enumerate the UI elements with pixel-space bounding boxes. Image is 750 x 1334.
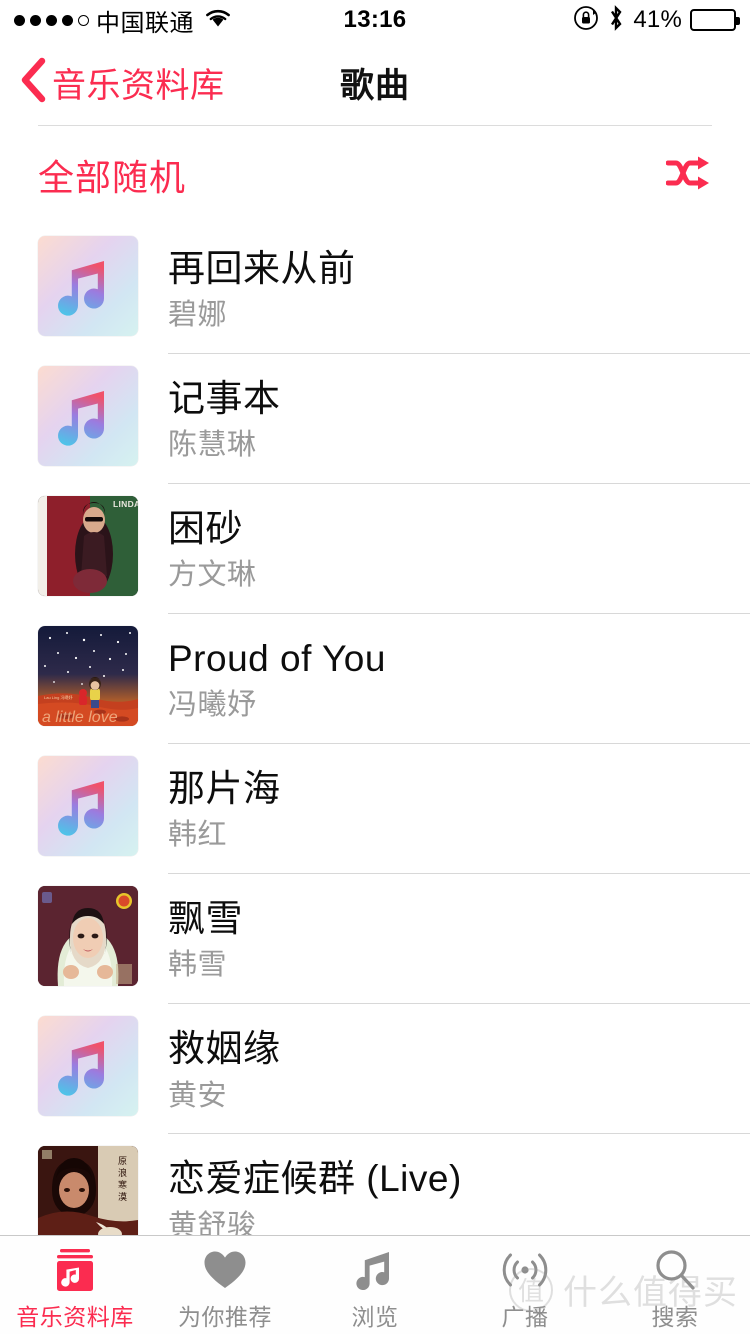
search-icon (651, 1244, 699, 1296)
chevron-left-icon (18, 56, 48, 109)
radio-icon (498, 1244, 552, 1296)
song-title: 恋爱症候群 (Live) (168, 1158, 462, 1200)
song-artist: 黄安 (168, 1079, 228, 1112)
status-bar: 中国联通 13:16 41% (0, 0, 750, 40)
album-artwork-3: LINDA (38, 496, 138, 597)
album-artwork-2 (38, 366, 138, 467)
back-button[interactable]: 音乐资料库 (18, 56, 225, 109)
tab-for-you-label: 为你推荐 (178, 1304, 272, 1330)
song-row-1[interactable]: 再回来从前 碧娜 (0, 224, 750, 355)
song-row-body: 那片海 韩红 (168, 744, 750, 875)
tab-library[interactable]: 音乐资料库 (0, 1236, 150, 1332)
album-artwork-5 (38, 756, 138, 857)
svg-text:浪: 浪 (117, 1167, 127, 1178)
artwork-little-love: Lau Ling 冯曦妤 a little love (38, 626, 138, 727)
songs-list[interactable]: 再回来从前 碧娜 记事本 陈慧琳 LINDA 困砂 方文琳 Lau Ling 冯… (0, 224, 750, 1334)
shuffle-icon[interactable] (665, 156, 712, 195)
music-note-icon (351, 1244, 399, 1296)
tab-browse[interactable]: 浏览 (300, 1236, 450, 1332)
tab-radio[interactable]: 广播 (450, 1236, 600, 1332)
song-title: 记事本 (168, 378, 281, 420)
album-artwork-4: Lau Ling 冯曦妤 a little love (38, 626, 138, 727)
bluetooth-icon (607, 4, 625, 37)
shuffle-all-button[interactable]: 全部随机 (0, 126, 750, 224)
song-title: 那片海 (168, 768, 281, 810)
svg-text:原: 原 (117, 1156, 127, 1165)
tab-search-label: 搜索 (651, 1304, 699, 1330)
song-row-body: 再回来从前 碧娜 (168, 224, 750, 355)
tab-search[interactable]: 搜索 (600, 1236, 750, 1332)
svg-text:Lau Ling 冯曦妤: Lau Ling 冯曦妤 (44, 694, 72, 700)
song-row-3[interactable]: LINDA 困砂 方文琳 (0, 484, 750, 615)
tab-browse-label: 浏览 (351, 1304, 399, 1330)
song-row-body: 记事本 陈慧琳 (168, 354, 750, 485)
svg-text:LINDA: LINDA (113, 499, 138, 509)
rotation-lock-icon (573, 5, 599, 36)
song-artist: 韩红 (168, 819, 228, 852)
song-row-body: 救姻缘 黄安 (168, 1004, 750, 1135)
song-artist: 碧娜 (168, 299, 228, 332)
battery-icon (690, 9, 740, 31)
song-row-2[interactable]: 记事本 陈慧琳 (0, 354, 750, 485)
song-row-5[interactable]: 那片海 韩红 (0, 744, 750, 875)
album-artwork-1 (38, 236, 138, 336)
artwork-placeholder (38, 1016, 138, 1117)
song-title: 困砂 (168, 508, 243, 550)
tab-bar: 音乐资料库 为你推荐 浏览 广播 搜索 值 什么值得买 (0, 1235, 750, 1334)
song-title: 再回来从前 (168, 248, 356, 289)
svg-text:漠: 漠 (117, 1192, 127, 1202)
shuffle-all-label: 全部随机 (38, 157, 187, 198)
song-row-body: Proud of You 冯曦妤 (168, 614, 750, 745)
music-songs-screen: 中国联通 13:16 41% 音乐资料库 歌曲 全部随机 再回来从前 碧娜 记事… (0, 0, 750, 1334)
album-artwork-7 (38, 1016, 138, 1117)
artwork-linda: LINDA (38, 496, 138, 597)
status-bar-right: 41% (573, 4, 740, 37)
song-artist: 韩雪 (168, 949, 228, 982)
library-icon (51, 1244, 99, 1296)
heart-icon (201, 1244, 249, 1296)
artwork-placeholder (38, 366, 138, 467)
song-title: Proud of You (168, 638, 386, 680)
song-row-body: 困砂 方文琳 (168, 484, 750, 615)
navigation-bar: 音乐资料库 歌曲 (0, 40, 750, 125)
artwork-placeholder (38, 756, 138, 857)
song-title: 救姻缘 (168, 1028, 281, 1070)
album-artwork-6 (38, 886, 138, 987)
tab-for-you[interactable]: 为你推荐 (150, 1236, 300, 1332)
svg-text:a little love: a little love (42, 709, 118, 726)
album-artwork-8: 原浪寒漠 KOLIN 黄舒骏 (38, 1146, 138, 1247)
artwork-hood-girl (38, 886, 138, 987)
song-artist: 冯曦妤 (168, 689, 257, 722)
back-button-label: 音乐资料库 (52, 67, 225, 105)
svg-text:寒: 寒 (117, 1179, 127, 1190)
song-artist: 方文琳 (168, 559, 257, 592)
tab-library-label: 音乐资料库 (16, 1304, 134, 1330)
battery-percent-label: 41% (633, 6, 682, 33)
tab-radio-label: 广播 (501, 1304, 549, 1330)
song-row-4[interactable]: Lau Ling 冯曦妤 a little love Proud of You … (0, 614, 750, 745)
song-artist: 陈慧琳 (168, 429, 257, 462)
song-row-6[interactable]: 飘雪 韩雪 (0, 874, 750, 1005)
song-row-body: 飘雪 韩雪 (168, 874, 750, 1005)
song-row-7[interactable]: 救姻缘 黄安 (0, 1004, 750, 1135)
artwork-kolin: 原浪寒漠 KOLIN 黄舒骏 (38, 1146, 138, 1247)
song-title: 飘雪 (168, 898, 243, 940)
artwork-placeholder (38, 236, 138, 336)
